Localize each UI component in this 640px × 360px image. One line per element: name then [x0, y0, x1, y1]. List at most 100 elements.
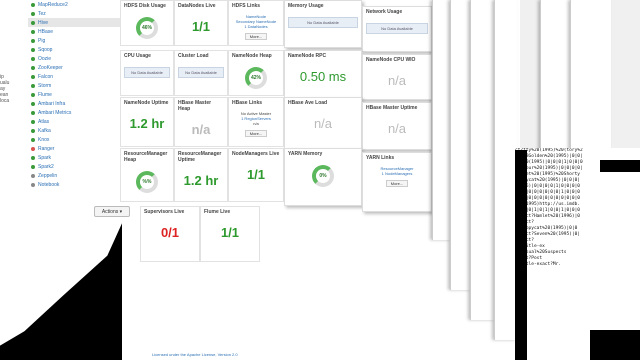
widget-yarn-links[interactable]: YARN Links ResourceManager 1 NodeManager…: [362, 152, 432, 212]
window-edge: [494, 0, 517, 340]
more-dropdown[interactable]: More...: [386, 180, 408, 187]
actions-button[interactable]: Actions ▾: [94, 206, 130, 217]
widget-title: ResourceManager Heap: [124, 151, 168, 163]
status-icon: [31, 137, 35, 142]
status-icon: [31, 20, 35, 25]
sidebar-item[interactable]: Sqoop: [28, 45, 120, 54]
widget-namenode-cpu-wio[interactable]: NameNode CPU WIO n/a: [362, 54, 432, 100]
window-edge: [450, 0, 471, 290]
sidebar-item-label: HBase: [38, 28, 54, 35]
hbase-na: n/a: [253, 121, 259, 126]
widget-datanodes[interactable]: DataNodes Live 1/1: [174, 0, 228, 46]
black-band: [600, 160, 640, 172]
sidebar-item[interactable]: Zeppelin: [28, 171, 120, 180]
sidebar-item[interactable]: Kafka: [28, 126, 120, 135]
left-fragments: ip ualu ay ean loca: [0, 74, 9, 104]
widget-rm-heap[interactable]: ResourceManager Heap %%: [120, 148, 174, 202]
sidebar-item[interactable]: Ranger: [28, 144, 120, 153]
sidebar-item-label: Flume: [38, 91, 52, 98]
widget-cluster-load[interactable]: Cluster Load No Data Available: [174, 50, 228, 96]
widget-namenode-heap[interactable]: NameNode Heap 42%: [228, 50, 284, 96]
widget-title: NameNode CPU WIO: [366, 57, 416, 63]
window-edge: [432, 0, 451, 240]
widget-value: 0.50 ms: [299, 69, 347, 84]
sidebar-item[interactable]: Spark2: [28, 162, 120, 171]
widget-title: Memory Usage: [288, 3, 324, 9]
sidebar-item[interactable]: Notebook: [28, 180, 120, 189]
window-edge: [470, 0, 495, 320]
sidebar-item[interactable]: Ambari Infra: [28, 99, 120, 108]
widget-cpu-usage[interactable]: CPU Usage No Data Available: [120, 50, 174, 96]
pie-chart: 42%: [245, 67, 267, 89]
sidebar-item[interactable]: Storm: [28, 81, 120, 90]
widget-hbase-ave-load[interactable]: HBase Ave Load n/a: [284, 97, 362, 149]
widget-value: 1.2 hr: [183, 173, 219, 188]
sidebar-item[interactable]: Knox: [28, 135, 120, 144]
widget-hbase-master-uptime[interactable]: HBase Master Uptime n/a: [362, 102, 432, 150]
sidebar-item-label: Pig: [38, 37, 46, 44]
datanodes-link[interactable]: 1 DataNodes: [229, 24, 283, 29]
status-icon: [31, 47, 35, 52]
status-icon: [31, 83, 35, 88]
widget-hbase-links[interactable]: HBase Links No Active Master 1 RegionSer…: [228, 97, 284, 147]
sidebar-item-label: Atlas: [38, 118, 50, 125]
sidebar-item[interactable]: Pig: [28, 36, 120, 45]
status-icon: [31, 173, 35, 178]
sidebar-item[interactable]: Ambari Metrics: [28, 108, 120, 117]
sidebar-item[interactable]: Tez: [28, 9, 120, 18]
widget-title: HDFS Links: [232, 3, 261, 9]
widget-yarn-memory[interactable]: YARN Memory 0%: [284, 148, 362, 206]
sidebar-item[interactable]: Falcon: [28, 72, 120, 81]
sidebar-item[interactable]: ZooKeeper: [28, 63, 120, 72]
pie-label: 46%: [141, 25, 152, 31]
widget-namenode-uptime[interactable]: NameNode Uptime 1.2 hr: [120, 97, 174, 147]
pie-chart: 0%: [312, 165, 334, 187]
widget-value: n/a: [313, 116, 333, 131]
alert-status-icon: [31, 146, 35, 151]
status-icon: [31, 119, 35, 124]
pie-chart: %%: [136, 171, 158, 193]
sidebar-item-label: Storm: [38, 82, 52, 89]
status-icon: [31, 11, 35, 16]
widget-namenode-rpc[interactable]: NameNode RPC 0.50 ms: [284, 50, 362, 98]
sidebar-item-label: Spark2: [38, 163, 54, 170]
widget-title: HBase Master Uptime: [366, 105, 418, 111]
no-data-box: No Data Available: [124, 67, 170, 78]
status-icon: [31, 2, 35, 7]
widget-title: Supervisors Live: [144, 209, 185, 215]
widget-memory-usage[interactable]: Memory Usage No Data Available: [284, 0, 362, 48]
widget-title: HDFS Disk Usage: [124, 3, 166, 9]
widget-rm-uptime[interactable]: ResourceManager Uptime 1.2 hr: [174, 148, 228, 202]
widget-network-usage[interactable]: Network Usage No Data Available: [362, 6, 432, 52]
nodemanagers-link[interactable]: 1 NodeManagers: [363, 171, 431, 176]
more-dropdown[interactable]: More...: [245, 33, 267, 40]
widget-hdfs-links[interactable]: HDFS Links NameNode Secondary NameNode 1…: [228, 0, 284, 46]
sidebar-item[interactable]: Oozie: [28, 54, 120, 63]
window-edge: [540, 0, 571, 150]
sidebar-item[interactable]: MapReduce2: [28, 0, 120, 9]
widget-title: ResourceManager Uptime: [178, 151, 222, 163]
widget-flume[interactable]: Flume Live 1/1: [200, 206, 260, 262]
widget-hdfs-disk[interactable]: HDFS Disk Usage 46%: [120, 0, 174, 46]
no-data-box: No Data Available: [288, 17, 358, 28]
sidebar-item[interactable]: Flume: [28, 90, 120, 99]
sidebar-item[interactable]: Spark: [28, 153, 120, 162]
no-data-box: No Data Available: [178, 67, 224, 78]
links-list: No Active Master 1 RegionServers n/a: [229, 111, 283, 126]
sidebar-item-label: MapReduce2: [38, 1, 68, 8]
sidebar-item-label: Tez: [38, 10, 46, 17]
status-icon: [31, 65, 35, 70]
widget-nodemanagers[interactable]: NodeManagers Live 1/1: [228, 148, 284, 202]
widget-title: NameNode RPC: [288, 53, 327, 59]
more-dropdown[interactable]: More...: [245, 130, 267, 137]
pie-label: 0%: [319, 173, 327, 179]
widget-title: HBase Master Heap: [178, 100, 212, 112]
widget-hbase-master-heap[interactable]: HBase Master Heap n/a: [174, 97, 228, 147]
footer-license[interactable]: Licensed under the Apache License, Versi…: [152, 352, 238, 357]
sidebar-item-label: Knox: [38, 136, 50, 143]
sidebar-item-label: Kafka: [38, 127, 51, 134]
sidebar-item[interactable]: Atlas: [28, 117, 120, 126]
sidebar-item-selected[interactable]: Hive: [28, 18, 120, 27]
widget-supervisors[interactable]: Supervisors Live 0/1: [140, 206, 200, 262]
sidebar-item[interactable]: HBase: [28, 27, 120, 36]
